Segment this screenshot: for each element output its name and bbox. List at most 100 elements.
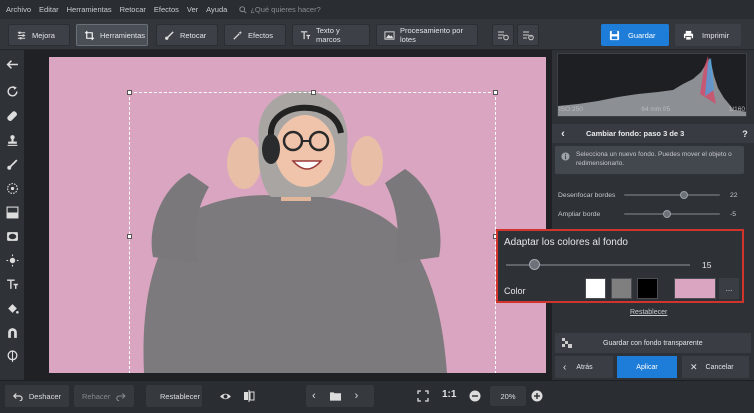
help-icon[interactable]: ? bbox=[736, 129, 754, 139]
zoom-out-icon[interactable] bbox=[466, 387, 484, 405]
batch-history-button[interactable] bbox=[517, 24, 539, 46]
swatch-custom-pink[interactable] bbox=[674, 278, 716, 299]
ratio-one-to-one[interactable]: 1:1 bbox=[442, 389, 456, 400]
zoom-value: 20% bbox=[500, 391, 516, 401]
floppy-disk-icon bbox=[609, 30, 620, 40]
menu-ver[interactable]: Ver bbox=[187, 5, 198, 14]
reset-button[interactable]: Restablecer bbox=[146, 385, 202, 407]
handle-top-right[interactable] bbox=[493, 90, 498, 95]
reset-link[interactable]: Restablecer bbox=[630, 309, 667, 316]
zoom-level[interactable]: 20% bbox=[490, 386, 526, 406]
iso-value: ISO 250 bbox=[559, 106, 583, 113]
back-label: Atrás bbox=[576, 363, 593, 371]
tab-retocar[interactable]: Retocar bbox=[156, 24, 218, 46]
crop-icon bbox=[84, 30, 95, 41]
apply-label: Aplicar bbox=[636, 363, 658, 371]
save-button[interactable]: Guardar bbox=[601, 24, 669, 46]
search-box[interactable]: ¿Qué quieres hacer? bbox=[239, 5, 321, 14]
reset-label: Restablecer bbox=[160, 391, 201, 401]
adapt-colors-label: Adaptar los colores al fondo bbox=[504, 237, 628, 248]
info-icon bbox=[561, 152, 570, 161]
undo-button[interactable]: Deshacer bbox=[5, 385, 69, 407]
tab-procesamiento-lotes[interactable]: Procesamiento por lotes bbox=[376, 24, 478, 46]
tab-retocar-label: Retocar bbox=[180, 30, 207, 40]
eye-icon[interactable] bbox=[216, 387, 234, 405]
right-panel: ISO 250 64 mm f/5 1/160 ‹ Cambiar fondo:… bbox=[552, 50, 754, 380]
bottom-bar: Deshacer Rehacer Restablecer ‹ › 1:1 20% bbox=[0, 380, 754, 413]
list-plus-icon bbox=[498, 31, 509, 41]
photo-canvas[interactable] bbox=[49, 57, 546, 373]
compare-icon[interactable] bbox=[240, 387, 258, 405]
magnet-icon[interactable] bbox=[4, 324, 20, 340]
expand-edge-slider[interactable] bbox=[624, 210, 720, 218]
menu-archivo[interactable]: Archivo bbox=[6, 5, 31, 14]
prev-image-icon[interactable]: ‹ bbox=[312, 390, 316, 402]
chevron-left-icon[interactable]: ‹ bbox=[552, 128, 574, 140]
menu-retocar[interactable]: Retocar bbox=[120, 5, 146, 14]
text-tool-icon[interactable] bbox=[4, 276, 20, 292]
menu-herramientas[interactable]: Herramientas bbox=[67, 5, 112, 14]
magic-wand-icon bbox=[232, 30, 243, 41]
radial-filter-icon[interactable] bbox=[4, 180, 20, 196]
expand-edge-row: Ampliar borde -5 bbox=[558, 208, 746, 220]
cancel-button[interactable]: ✕ Cancelar bbox=[682, 356, 749, 378]
canvas-area[interactable] bbox=[24, 50, 552, 380]
tab-herramientas[interactable]: Herramientas bbox=[76, 24, 148, 46]
camera-info: ISO 250 64 mm f/5 1/160 bbox=[559, 106, 745, 113]
adapt-colors-knob[interactable] bbox=[528, 259, 540, 270]
more-colors-button[interactable]: ... bbox=[719, 278, 739, 299]
tab-procesamiento-label: Procesamiento por lotes bbox=[400, 26, 463, 44]
rotate-icon[interactable] bbox=[4, 83, 20, 99]
next-image-icon[interactable]: › bbox=[355, 390, 359, 402]
main-toolbar: Mejora Herramientas Retocar Efectos Text… bbox=[0, 19, 754, 50]
tab-herramientas-label: Herramientas bbox=[100, 30, 146, 40]
menu-ayuda[interactable]: Ayuda bbox=[206, 5, 227, 14]
redo-label: Rehacer bbox=[82, 391, 111, 401]
fit-screen-icon[interactable] bbox=[414, 387, 432, 405]
image-stack-icon bbox=[384, 30, 395, 41]
swatch-gray[interactable] bbox=[611, 278, 632, 299]
blur-edges-knob[interactable] bbox=[679, 191, 688, 199]
tab-efectos[interactable]: Efectos bbox=[224, 24, 286, 46]
crop-selection-frame[interactable] bbox=[127, 90, 498, 373]
save-transparent-button[interactable]: Guardar con fondo transparente bbox=[555, 333, 751, 353]
tab-efectos-label: Efectos bbox=[248, 30, 274, 40]
gradient-filter-icon[interactable] bbox=[4, 204, 20, 220]
menu-efectos[interactable]: Efectos bbox=[154, 5, 179, 14]
redo-button[interactable]: Rehacer bbox=[74, 385, 134, 407]
handle-top-left[interactable] bbox=[127, 90, 132, 95]
light-icon[interactable] bbox=[4, 252, 20, 268]
blur-edges-row: Desenfocar bordes 22 bbox=[558, 189, 746, 201]
folder-icon[interactable] bbox=[329, 391, 341, 401]
handle-left-middle[interactable] bbox=[127, 234, 132, 239]
swatch-black[interactable] bbox=[637, 278, 658, 299]
batch-add-button[interactable] bbox=[492, 24, 514, 46]
menu-editar[interactable]: Editar bbox=[39, 5, 59, 14]
vignette-icon[interactable] bbox=[4, 228, 20, 244]
brush-tool-icon[interactable] bbox=[4, 156, 20, 172]
print-button[interactable]: Imprimir bbox=[675, 24, 741, 46]
info-text: Selecciona un nuevo fondo. Puedes mover … bbox=[576, 151, 732, 167]
fill-bucket-icon[interactable] bbox=[4, 300, 20, 316]
search-icon bbox=[239, 5, 247, 14]
adapt-colors-box: Adaptar los colores al fondo 15 Color ..… bbox=[496, 229, 744, 303]
brush-icon bbox=[164, 30, 175, 41]
globe-pin-icon[interactable] bbox=[4, 348, 20, 364]
chevron-left-small-icon: ‹ bbox=[563, 361, 567, 373]
save-label: Guardar bbox=[628, 30, 656, 40]
blur-edges-label: Desenfocar bordes bbox=[558, 191, 616, 199]
swatch-white[interactable] bbox=[585, 278, 606, 299]
more-colors-label: ... bbox=[725, 284, 733, 293]
handle-top-middle[interactable] bbox=[311, 90, 316, 95]
back-button[interactable]: ‹ Atrás bbox=[555, 356, 613, 378]
apply-button[interactable]: Aplicar bbox=[617, 356, 677, 378]
expand-edge-label: Ampliar borde bbox=[558, 210, 601, 218]
blur-edges-slider[interactable] bbox=[624, 191, 720, 199]
bandage-icon[interactable] bbox=[4, 108, 20, 124]
tab-texto-marcos[interactable]: Texto y marcos bbox=[292, 24, 370, 46]
stamp-icon[interactable] bbox=[4, 132, 20, 148]
back-arrow-icon[interactable] bbox=[4, 56, 20, 72]
zoom-in-icon[interactable] bbox=[528, 387, 546, 405]
expand-edge-knob[interactable] bbox=[663, 210, 672, 218]
tab-mejora[interactable]: Mejora bbox=[8, 24, 70, 46]
